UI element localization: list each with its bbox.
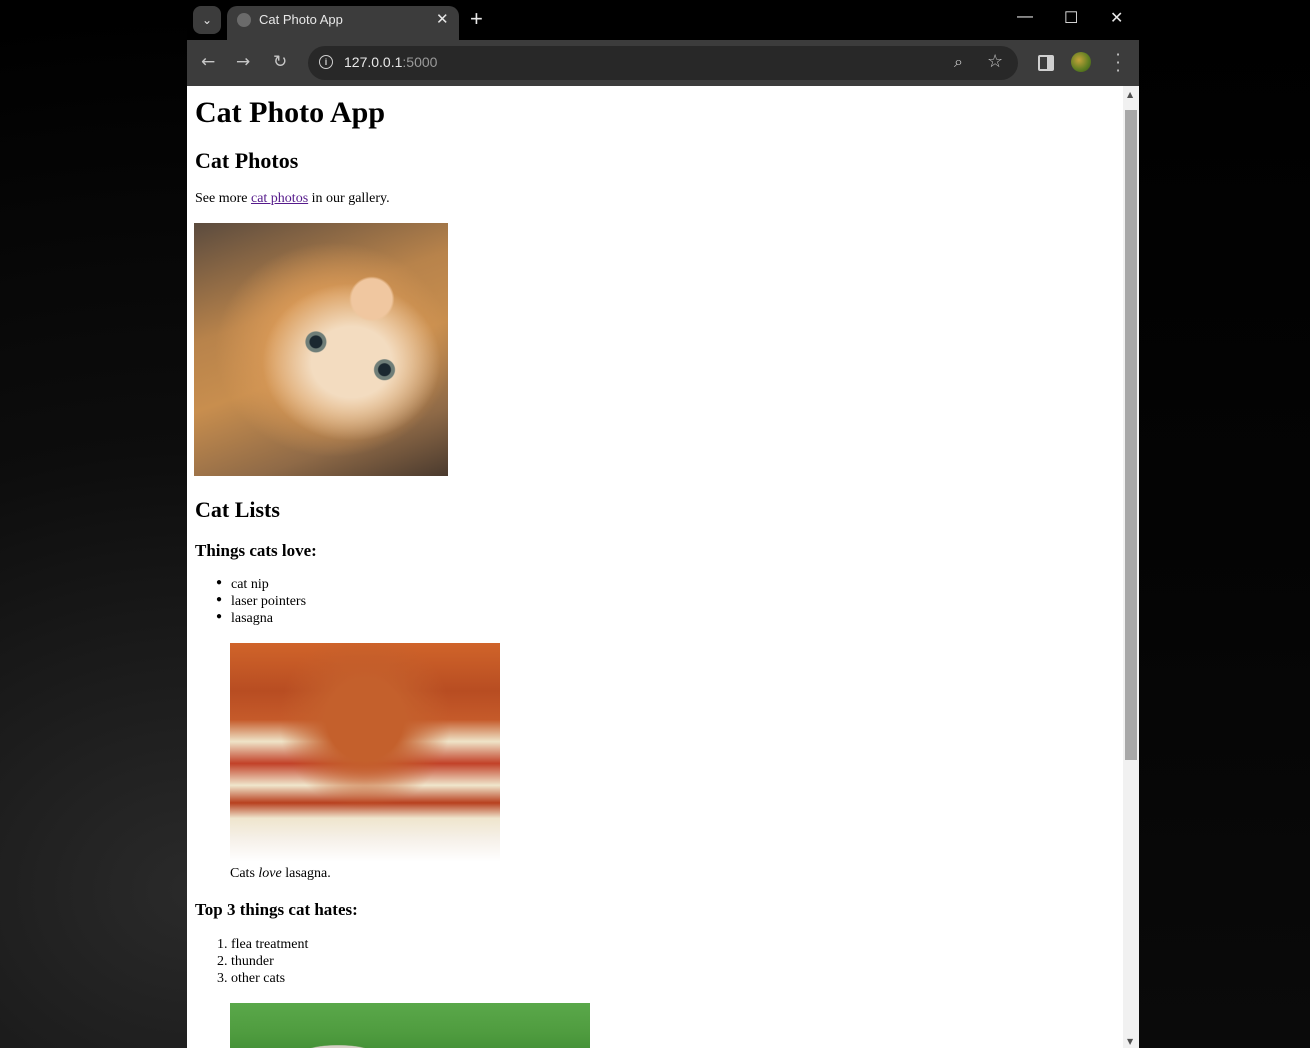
info-icon[interactable]: i [319,55,333,69]
desktop-background [1139,0,1310,1048]
zoom-icon[interactable]: ⌕ [954,52,963,72]
close-window-button[interactable]: ✕ [1110,8,1123,28]
reload-icon[interactable]: ↻ [273,52,287,72]
browser-toolbar: ← → ↻ i 127.0.0.1:5000 ⌕ ☆ · · · [187,40,1139,86]
forward-arrow-icon[interactable]: → [236,52,250,72]
things-cats-love-heading: Things cats love: [195,541,317,560]
back-arrow-icon[interactable]: ← [201,52,215,72]
scrollbar[interactable]: ▲ ▼ [1123,86,1139,1048]
list-item: ● cat nip [216,577,269,592]
list-item: 1. flea treatment [217,937,309,952]
tab-close-button[interactable]: ✕ [436,10,449,28]
lasagna-image [230,643,500,862]
list-item: ● lasagna [216,611,273,626]
side-panel-icon[interactable] [1038,55,1054,71]
lasagna-caption: Cats love lasagna. [230,866,331,881]
new-tab-button[interactable]: + [470,6,483,32]
things-cat-hates-heading: Top 3 things cat hates: [195,900,358,919]
kittens-image [230,1003,590,1048]
list-item: ● laser pointers [216,594,307,609]
cat-photos-heading: Cat Photos [195,148,299,173]
title-bar: ⌄ Cat Photo App ✕ + — ☐ ✕ [187,0,1139,40]
tab-cat-photo-app[interactable]: Cat Photo App ✕ [227,6,459,40]
cat-photos-link[interactable]: cat photos [251,191,308,206]
url-text[interactable]: 127.0.0.1:5000 [344,54,437,70]
chevron-down-icon: ⌄ [201,12,213,27]
browser-window: ⌄ Cat Photo App ✕ + — ☐ ✕ ← → ↻ i 127.0.… [187,0,1139,1048]
list-item: 2. thunder [217,954,274,969]
scroll-thumb[interactable] [1125,110,1137,760]
minimize-button[interactable]: — [1017,8,1033,26]
tab-title: Cat Photo App [259,12,343,27]
globe-icon [237,13,251,27]
gallery-paragraph: See more cat photos in our gallery. [195,191,390,206]
list-item: 3. other cats [217,971,286,986]
scroll-up-arrow-icon[interactable]: ▲ [1127,90,1133,99]
tab-search-button[interactable]: ⌄ [193,6,221,34]
cat-lists-heading: Cat Lists [195,497,280,522]
kitten-image[interactable] [194,223,448,476]
maximize-button[interactable]: ☐ [1064,8,1078,28]
scroll-down-arrow-icon[interactable]: ▼ [1127,1037,1133,1046]
page-viewport: Cat Photo App Cat Photos See more cat ph… [187,86,1123,1048]
avatar[interactable] [1071,52,1091,72]
kebab-menu-icon[interactable]: · · · [1115,47,1121,79]
star-icon[interactable]: ☆ [987,51,1003,72]
page-title: Cat Photo App [195,96,386,129]
address-bar[interactable]: i 127.0.0.1:5000 ⌕ ☆ [308,46,1018,80]
